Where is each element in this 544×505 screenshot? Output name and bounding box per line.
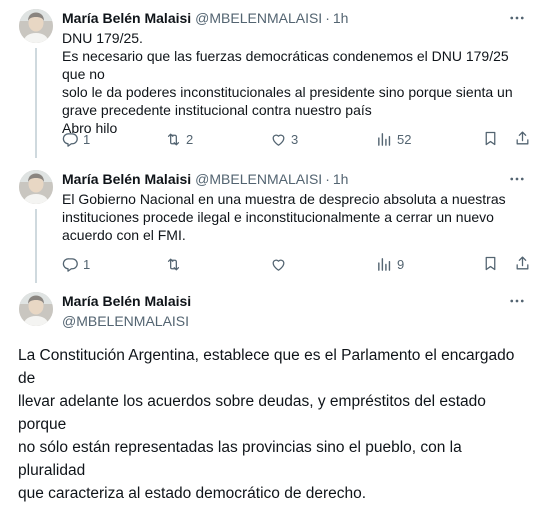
avatar[interactable] [19, 170, 53, 204]
tweet-text: El Gobierno Nacional en una muestra de d… [62, 190, 526, 244]
tweet-text-line: instituciones procede ilegal e inconstit… [62, 209, 494, 225]
reply-icon [62, 131, 79, 148]
like-button[interactable] [270, 255, 291, 273]
views-count: 52 [397, 131, 412, 147]
views-chart-icon [376, 256, 393, 273]
reply-count: 1 [83, 131, 91, 147]
bookmark-icon [482, 130, 499, 147]
more-options-button[interactable] [508, 170, 526, 188]
share-icon [514, 255, 531, 272]
bookmark-button[interactable] [482, 255, 499, 273]
views-button[interactable]: 52 [376, 130, 411, 148]
action-bar: 1 9 [62, 255, 506, 273]
reply-button[interactable]: 1 [62, 255, 90, 273]
tweet-text-line: llevar adelante los acuerdos sobre deuda… [18, 393, 486, 433]
separator-dot: · [325, 10, 330, 26]
tweet-text-line: acuerdo con el FMI. [62, 227, 186, 243]
views-count: 9 [397, 256, 405, 272]
like-button[interactable]: 3 [270, 130, 298, 148]
bookmark-button[interactable] [482, 130, 499, 148]
like-count: 3 [291, 131, 299, 147]
tweet-text-line: solo le da poderes inconstitucionales al… [62, 84, 513, 100]
timestamp[interactable]: 1h [333, 10, 349, 26]
share-button[interactable] [514, 130, 531, 148]
author-name[interactable]: María Belén Malaisi [62, 10, 191, 26]
avatar[interactable] [19, 292, 53, 326]
views-button[interactable]: 9 [376, 255, 404, 273]
tweet-text-line: Es necesario que las fuerzas democrática… [62, 48, 509, 82]
more-horizontal-icon [508, 170, 526, 188]
repost-button[interactable]: 2 [165, 130, 193, 148]
tweet-text-line: grave precedente institucional contra nu… [62, 102, 372, 118]
tweet-text-line: DNU 179/25. [62, 30, 143, 46]
author-name[interactable]: María Belén Malaisi [62, 171, 191, 187]
share-button[interactable] [514, 255, 531, 273]
more-horizontal-icon [508, 292, 526, 310]
more-options-button[interactable] [508, 9, 526, 27]
repost-count: 2 [186, 131, 194, 147]
thread-connector-line [35, 209, 37, 283]
thread-tweet-2[interactable]: María Belén Malaisi @MBELENMALAISI · 1h … [0, 158, 544, 283]
more-horizontal-icon [508, 9, 526, 27]
action-bar: 1 2 3 52 [62, 130, 506, 148]
timestamp[interactable]: 1h [333, 171, 349, 187]
thread-tweet-1[interactable]: María Belén Malaisi @MBELENMALAISI · 1h … [0, 0, 544, 158]
bookmark-icon [482, 255, 499, 272]
reply-button[interactable]: 1 [62, 130, 90, 148]
tweet-text-line: La Constitución Argentina, establece que… [18, 347, 515, 387]
author-handle[interactable]: @MBELENMALAISI [195, 171, 322, 187]
reply-count: 1 [83, 256, 91, 272]
views-chart-icon [376, 131, 393, 148]
tweet-text: La Constitución Argentina, establece que… [18, 344, 528, 505]
repost-button[interactable] [165, 255, 186, 273]
heart-icon [270, 131, 287, 148]
heart-icon [270, 256, 287, 273]
author-name[interactable]: María Belén Malaisi [62, 293, 191, 309]
separator-dot: · [325, 171, 330, 187]
avatar[interactable] [19, 9, 53, 43]
more-options-button[interactable] [508, 292, 526, 310]
tweet-text-line: que caracteriza al estado democrático de… [18, 485, 367, 502]
repost-icon [165, 256, 182, 273]
main-tweet[interactable]: María Belén Malaisi @MBELENMALAISI La Co… [0, 283, 544, 502]
tweet-text-line: no sólo están representadas las provinci… [18, 439, 462, 479]
tweet-text: DNU 179/25. Es necesario que las fuerzas… [62, 29, 526, 137]
repost-icon [165, 131, 182, 148]
author-handle[interactable]: @MBELENMALAISI [62, 313, 189, 329]
tweet-header: María Belén Malaisi @MBELENMALAISI · 1h [62, 171, 348, 187]
thread-connector-line [35, 48, 37, 158]
tweet-header: María Belén Malaisi @MBELENMALAISI · 1h [62, 10, 348, 26]
tweet-text-line: El Gobierno Nacional en una muestra de d… [62, 191, 506, 207]
author-handle[interactable]: @MBELENMALAISI [195, 10, 322, 26]
share-icon [514, 130, 531, 147]
reply-icon [62, 256, 79, 273]
